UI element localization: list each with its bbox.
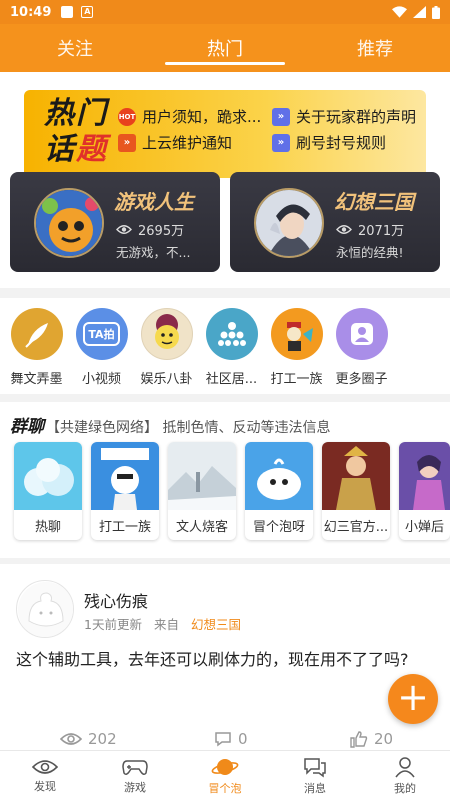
group-card-reliao[interactable]: 热聊 [14,442,82,540]
planet-icon [211,758,239,775]
post-text: 这个辅助工具，去年还可以刷体力的，现在用不了了吗? [16,650,409,669]
circle-more[interactable]: 更多圈子 [333,308,390,394]
comment-count[interactable]: 0 [214,730,248,748]
battery-icon [432,5,440,19]
game-card-youxirensheng[interactable]: 游戏人生 2695万 无游戏，不... [10,172,220,272]
gamepad-icon [122,759,148,775]
author-name[interactable]: 残心伤痕 [84,588,148,612]
group-image [91,442,159,510]
worker-icon [270,308,323,360]
tab-follow[interactable]: 关注 [0,24,150,72]
view-count: 202 [60,730,117,748]
circle-workers[interactable]: 打工一族 [268,308,325,394]
nav-games[interactable]: 游戏 [90,751,180,800]
group-card-dagong[interactable]: 打工一族 [91,442,159,540]
chat-icon [304,757,326,777]
post-card[interactable]: 残心伤痕 1天前更新 来自 幻想三国 这个辅助工具，去年还可以刷体力的，现在用不… [0,564,450,750]
hot-icon: HOT [118,107,136,126]
like-count[interactable]: 20 [350,730,393,748]
game-name: 游戏人生 [114,190,194,214]
eye-icon [60,733,82,745]
game-avatar [254,188,324,258]
nav-discover[interactable]: 发现 [0,751,90,800]
hot-topics-banner[interactable]: 热门 话题 HOT 用户须知，跪求... » 关于玩家群的声明 » 上云维护通知… [24,90,426,178]
video-icon: TA拍 [75,308,128,360]
comment-icon [215,732,231,747]
game-desc: 永恒的经典! [336,245,404,260]
arrow-icon: » [272,133,290,152]
app-notification-icon: A [81,6,94,18]
nav-mine[interactable]: 我的 [360,751,450,800]
group-image [399,442,450,510]
eye-icon [116,225,132,234]
signal-icon [413,6,426,18]
group-card-wenren[interactable]: 文人烧客 [168,442,236,540]
news-item-user-notice[interactable]: HOT 用户须知，跪求... [118,106,261,127]
eye-icon [32,759,58,774]
circle-entertainment[interactable]: 娱乐八卦 [138,308,195,394]
nav-bubble[interactable]: 冒个泡 [180,751,270,800]
group-image [245,442,313,510]
notification-icon [61,6,74,18]
group-image [14,442,82,510]
hot-topics-panel: 热门 话题 HOT 用户须知，跪求... » 关于玩家群的声明 » 上云维护通知… [0,72,450,288]
post-meta: 1天前更新 来自 幻想三国 [84,617,241,632]
tab-recommend[interactable]: 推荐 [300,24,450,72]
eye-icon [336,225,352,234]
news-item-group-statement[interactable]: » 关于玩家群的声明 [272,106,416,127]
news-item-maintenance[interactable]: » 上云维护通知 [118,132,232,153]
circles-row: 舞文弄墨 TA拍 小视频 娱乐八卦 社区居... 打工一族 更多圈子 [0,298,450,394]
top-tab-bar: 关注 热门 推荐 [0,24,450,72]
group-chats-header: 群聊 【共建绿色网络】 抵制色情、反动等违法信息 [10,412,330,437]
status-bar: 10:49 A [0,0,450,24]
quill-icon [10,308,63,360]
nav-messages[interactable]: 消息 [270,751,360,800]
thumbs-up-icon [350,730,368,748]
arrow-icon: » [118,133,136,152]
wifi-icon [392,6,407,18]
game-views: 2695万 [116,220,184,239]
tab-hot[interactable]: 热门 [150,24,300,72]
circle-community[interactable]: 社区居... [203,308,260,394]
circle-wuwennongmo[interactable]: 舞文弄墨 [8,308,65,394]
bottom-nav: 发现 游戏 冒个泡 消息 我的 [0,750,450,800]
group-chats-subtitle: 【共建绿色网络】 抵制色情、反动等违法信息 [46,420,331,436]
news-item-ban-rules[interactable]: » 刷号封号规则 [272,132,386,153]
post-source-tag[interactable]: 幻想三国 [191,617,241,632]
author-avatar[interactable] [16,580,74,638]
status-time: 10:49 [10,4,52,20]
feed-content[interactable]: 热门 话题 HOT 用户须知，跪求... » 关于玩家群的声明 » 上云维护通知… [0,72,450,750]
group-card-huansan[interactable]: 幻三官方... [322,442,390,540]
game-desc: 无游戏，不... [116,245,191,260]
group-chats-section: 群聊 【共建绿色网络】 抵制色情、反动等违法信息 热聊 打工一族 文人烧客 冒个泡… [0,402,450,558]
community-icon [205,308,258,360]
circle-short-video[interactable]: TA拍 小视频 [73,308,130,394]
group-card-xiaochan[interactable]: 小婵后 [399,442,450,540]
group-image [322,442,390,510]
hot-topics-title: 热门 话题 [44,96,108,167]
group-chats-title: 群聊 [10,417,44,437]
game-name: 幻想三国 [334,190,414,214]
group-image [168,442,236,510]
group-card-maogepao[interactable]: 冒个泡呀 [245,442,313,540]
game-avatar [34,188,104,258]
game-card-huanxiangsanguo[interactable]: 幻想三国 2071万 永恒的经典! [230,172,440,272]
user-icon [395,756,415,777]
create-post-button[interactable]: + [388,674,438,724]
arrow-icon: » [272,107,290,126]
opera-mask-icon [140,308,193,360]
game-views: 2071万 [336,220,404,239]
user-group-icon [335,308,388,360]
